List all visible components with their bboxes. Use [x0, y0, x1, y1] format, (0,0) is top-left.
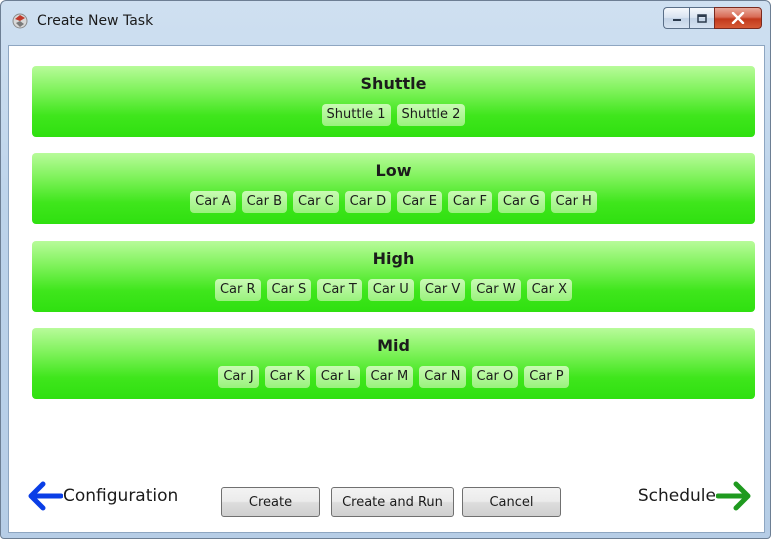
item-car-s[interactable]: Car S [266, 279, 312, 301]
back-to-configuration-link[interactable]: Configuration [27, 479, 178, 513]
caption-buttons [663, 7, 762, 29]
group-items: Car J Car K Car L Car M Car N Car O Car … [32, 366, 755, 388]
back-label: Configuration [63, 486, 179, 506]
group-items: Shuttle 1 Shuttle 2 [32, 104, 755, 126]
group-title: High [372, 249, 415, 268]
group-items: Car A Car B Car C Car D Car E Car F Car … [32, 191, 755, 213]
group-items: Car R Car S Car T Car U Car V Car W Car … [32, 279, 755, 301]
item-car-r[interactable]: Car R [214, 279, 261, 301]
item-shuttle-1[interactable]: Shuttle 1 [321, 104, 391, 126]
item-car-n[interactable]: Car N [419, 366, 466, 388]
next-label: Schedule [637, 486, 716, 506]
group-title: Low [375, 161, 412, 180]
item-car-v[interactable]: Car V [419, 279, 466, 301]
minimize-icon [672, 19, 681, 21]
close-icon [731, 12, 745, 24]
item-car-g[interactable]: Car G [497, 191, 545, 213]
arrow-right-icon [716, 481, 751, 511]
group-title: Shuttle [360, 74, 427, 93]
group-shuttle: Shuttle Shuttle 1 Shuttle 2 [32, 66, 755, 137]
title-bar: Create New Task [1, 1, 770, 45]
item-car-a[interactable]: Car A [190, 191, 236, 213]
maximize-button[interactable] [689, 7, 714, 29]
create-button[interactable]: Create [221, 487, 320, 517]
item-car-l[interactable]: Car L [315, 366, 360, 388]
item-car-m[interactable]: Car M [365, 366, 414, 388]
maximize-icon [697, 13, 707, 23]
content-area: Shuttle Shuttle 1 Shuttle 2 Low Car A Ca… [8, 45, 765, 533]
group-high: High Car R Car S Car T Car U Car V Car W… [32, 241, 755, 312]
item-car-w[interactable]: Car W [471, 279, 521, 301]
create-task-window: Create New Task Shuttle Shuttle 1 Shuttl… [0, 0, 771, 539]
close-button[interactable] [714, 7, 762, 29]
group-title: Mid [377, 336, 410, 355]
item-car-d[interactable]: Car D [344, 191, 392, 213]
group-mid: Mid Car J Car K Car L Car M Car N Car O … [32, 328, 755, 399]
arrow-left-icon [28, 481, 63, 511]
item-car-o[interactable]: Car O [471, 366, 519, 388]
item-car-u[interactable]: Car U [367, 279, 414, 301]
item-car-b[interactable]: Car B [241, 191, 288, 213]
schedule-link[interactable]: Schedule [638, 479, 752, 513]
item-car-t[interactable]: Car T [317, 279, 362, 301]
item-car-h[interactable]: Car H [550, 191, 597, 213]
cancel-button[interactable]: Cancel [462, 487, 561, 517]
group-low: Low Car A Car B Car C Car D Car E Car F … [32, 153, 755, 224]
item-car-x[interactable]: Car X [526, 279, 573, 301]
create-and-run-button[interactable]: Create and Run [331, 487, 454, 517]
item-car-e[interactable]: Car E [397, 191, 442, 213]
app-icon [12, 13, 28, 29]
item-car-j[interactable]: Car J [218, 366, 259, 388]
item-shuttle-2[interactable]: Shuttle 2 [396, 104, 466, 126]
item-car-p[interactable]: Car P [524, 366, 569, 388]
minimize-button[interactable] [663, 7, 689, 29]
item-car-k[interactable]: Car K [264, 366, 310, 388]
item-car-c[interactable]: Car C [293, 191, 339, 213]
item-car-f[interactable]: Car F [447, 191, 492, 213]
window-title: Create New Task [37, 13, 154, 29]
